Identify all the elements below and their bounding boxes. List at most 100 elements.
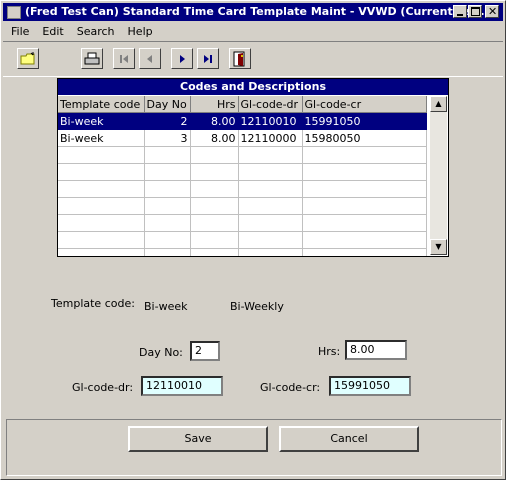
exit-button[interactable] bbox=[229, 48, 251, 69]
table-row[interactable]: Bi-week 3 8.00 12110000 15980050 bbox=[58, 129, 427, 147]
empty-cell bbox=[58, 214, 145, 232]
scroll-up-icon: ▲ bbox=[435, 99, 442, 108]
empty-cell bbox=[238, 248, 303, 256]
grid-body: Template code Day No Hrs Gl-code-dr Gl-c… bbox=[58, 96, 430, 256]
empty-row bbox=[58, 163, 427, 181]
column-header-gl-code-cr[interactable]: Gl-code-cr bbox=[302, 96, 427, 113]
vertical-scrollbar[interactable]: ▲ ▼ bbox=[430, 96, 447, 255]
day-no-field[interactable]: 2 bbox=[190, 341, 220, 361]
main-window: (Fred Test Can) Standard Time Card Templ… bbox=[0, 0, 506, 480]
close-button[interactable]: ✕ bbox=[485, 5, 499, 18]
hrs-field[interactable]: 8.00 bbox=[345, 340, 407, 360]
empty-row bbox=[58, 197, 427, 215]
empty-cell bbox=[238, 197, 303, 215]
empty-cell bbox=[144, 231, 191, 249]
gl-code-cr-field[interactable]: 15991050 bbox=[329, 376, 411, 396]
minimize-button[interactable] bbox=[453, 5, 467, 18]
empty-cell bbox=[144, 248, 191, 256]
cell-gl-code-cr: 15980050 bbox=[302, 129, 427, 147]
exit-door-icon bbox=[233, 51, 245, 66]
empty-cell bbox=[144, 180, 191, 198]
empty-cell bbox=[144, 163, 191, 181]
empty-cell bbox=[302, 180, 427, 198]
column-header-gl-code-dr[interactable]: Gl-code-dr bbox=[238, 96, 303, 113]
column-header-hrs[interactable]: Hrs bbox=[190, 96, 239, 113]
day-no-label: Day No: bbox=[139, 346, 183, 359]
empty-cell bbox=[58, 163, 145, 181]
save-button[interactable]: Save bbox=[128, 426, 268, 452]
template-code-value: Bi-week bbox=[144, 300, 188, 313]
column-header-template-code[interactable]: Template code bbox=[58, 96, 145, 113]
cell-day-no: 2 bbox=[144, 112, 191, 130]
cell-template-code: Bi-week bbox=[58, 129, 145, 147]
menu-file[interactable]: File bbox=[3, 23, 34, 38]
empty-cell bbox=[190, 214, 239, 232]
empty-row bbox=[58, 231, 427, 249]
empty-cell bbox=[58, 197, 145, 215]
first-record-button[interactable] bbox=[113, 48, 135, 69]
empty-cell bbox=[302, 197, 427, 215]
maximize-button[interactable] bbox=[468, 5, 482, 18]
empty-row bbox=[58, 214, 427, 232]
cell-day-no: 3 bbox=[144, 129, 191, 147]
next-record-button[interactable] bbox=[171, 48, 193, 69]
template-code-label: Template code: bbox=[51, 297, 135, 310]
menu-help[interactable]: Help bbox=[120, 23, 158, 38]
open-button[interactable] bbox=[17, 48, 39, 69]
cell-template-code: Bi-week bbox=[58, 112, 145, 130]
table-row[interactable]: Bi-week 2 8.00 12110010 15991050 bbox=[58, 112, 427, 130]
scroll-down-button[interactable]: ▼ bbox=[430, 239, 447, 255]
gl-code-dr-label: Gl-code-dr: bbox=[72, 381, 134, 394]
empty-cell bbox=[144, 146, 191, 164]
scroll-up-button[interactable]: ▲ bbox=[430, 96, 447, 112]
gl-code-dr-field[interactable]: 12110010 bbox=[141, 376, 223, 396]
empty-cell bbox=[238, 214, 303, 232]
column-header-day-no[interactable]: Day No bbox=[144, 96, 191, 113]
codes-table: Template code Day No Hrs Gl-code-dr Gl-c… bbox=[58, 96, 427, 256]
empty-cell bbox=[144, 197, 191, 215]
last-record-button[interactable] bbox=[197, 48, 219, 69]
first-record-icon bbox=[120, 54, 128, 63]
empty-cell bbox=[190, 248, 239, 256]
print-button[interactable] bbox=[81, 48, 103, 69]
title-bar[interactable]: (Fred Test Can) Standard Time Card Templ… bbox=[3, 3, 503, 21]
empty-cell bbox=[190, 180, 239, 198]
scroll-down-icon: ▼ bbox=[435, 242, 442, 251]
grid-title: Codes and Descriptions bbox=[58, 79, 448, 95]
empty-row bbox=[58, 146, 427, 164]
empty-cell bbox=[302, 231, 427, 249]
menu-bar: File Edit Search Help bbox=[3, 23, 503, 40]
empty-cell bbox=[302, 163, 427, 181]
empty-cell bbox=[238, 146, 303, 164]
cell-gl-code-cr: 15991050 bbox=[302, 112, 427, 130]
previous-record-icon bbox=[147, 54, 152, 63]
empty-cell bbox=[58, 231, 145, 249]
empty-cell bbox=[302, 214, 427, 232]
empty-cell bbox=[58, 146, 145, 164]
window-title: (Fred Test Can) Standard Time Card Templ… bbox=[25, 5, 485, 18]
print-icon bbox=[84, 52, 100, 64]
minimize-icon bbox=[457, 14, 463, 16]
empty-cell bbox=[302, 248, 427, 256]
close-icon: ✕ bbox=[488, 5, 498, 18]
menu-edit[interactable]: Edit bbox=[34, 23, 68, 38]
empty-cell bbox=[238, 231, 303, 249]
empty-cell bbox=[238, 180, 303, 198]
cell-gl-code-dr: 12110010 bbox=[238, 112, 303, 130]
empty-cell bbox=[238, 163, 303, 181]
cancel-button[interactable]: Cancel bbox=[279, 426, 419, 452]
empty-cell bbox=[190, 197, 239, 215]
app-icon bbox=[7, 6, 21, 19]
empty-cell bbox=[144, 214, 191, 232]
open-folder-icon bbox=[20, 51, 35, 64]
last-record-icon bbox=[204, 54, 212, 63]
gl-code-cr-label: Gl-code-cr: bbox=[260, 381, 321, 394]
maximize-icon bbox=[471, 7, 480, 16]
codes-grid: Codes and Descriptions Template code Day… bbox=[57, 78, 449, 257]
empty-row bbox=[58, 248, 427, 256]
previous-record-button[interactable] bbox=[139, 48, 161, 69]
cell-hrs: 8.00 bbox=[190, 112, 239, 130]
menu-search[interactable]: Search bbox=[69, 23, 120, 38]
empty-cell bbox=[302, 146, 427, 164]
empty-cell bbox=[190, 146, 239, 164]
